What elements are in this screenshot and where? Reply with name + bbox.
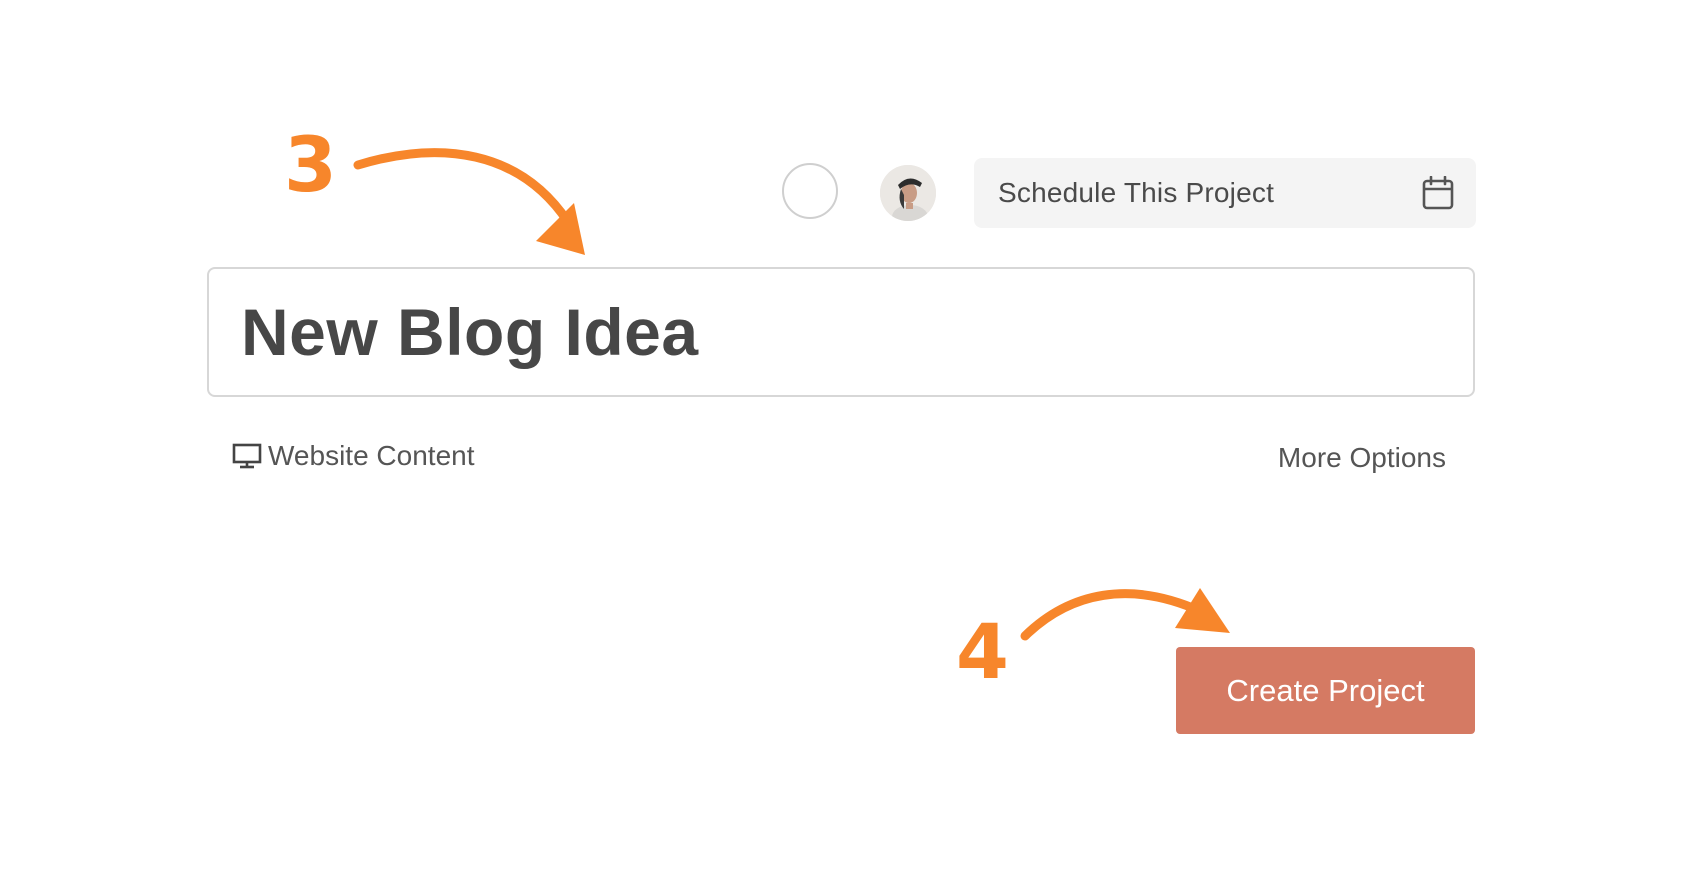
avatar[interactable] (880, 165, 936, 221)
schedule-label: Schedule This Project (998, 177, 1275, 208)
arrow-4 (1020, 589, 1205, 641)
project-title-input[interactable]: New Blog Idea (207, 267, 1475, 397)
step-4-label: 4 (956, 607, 1009, 696)
category-label: Website Content (268, 440, 475, 471)
arrowhead-4 (1175, 588, 1230, 633)
annotation-arrows (353, 148, 1230, 641)
project-category-selector[interactable]: Website Content (232, 440, 475, 472)
monitor-icon (232, 443, 262, 469)
project-title-value: New Blog Idea (241, 295, 699, 369)
calendar-icon (1422, 176, 1454, 210)
create-project-button[interactable]: Create Project (1176, 647, 1475, 734)
arrow-3 (353, 148, 573, 227)
more-options-link[interactable]: More Options (1278, 442, 1446, 474)
user-avatar-icon (880, 165, 936, 221)
schedule-project-field[interactable]: Schedule This Project (974, 158, 1476, 228)
page-canvas: 3 4 Schedule This Project New Blog Idea (0, 0, 1694, 878)
step-3-label: 3 (284, 120, 337, 209)
project-status-toggle[interactable] (782, 163, 838, 219)
arrowhead-3 (536, 203, 585, 255)
